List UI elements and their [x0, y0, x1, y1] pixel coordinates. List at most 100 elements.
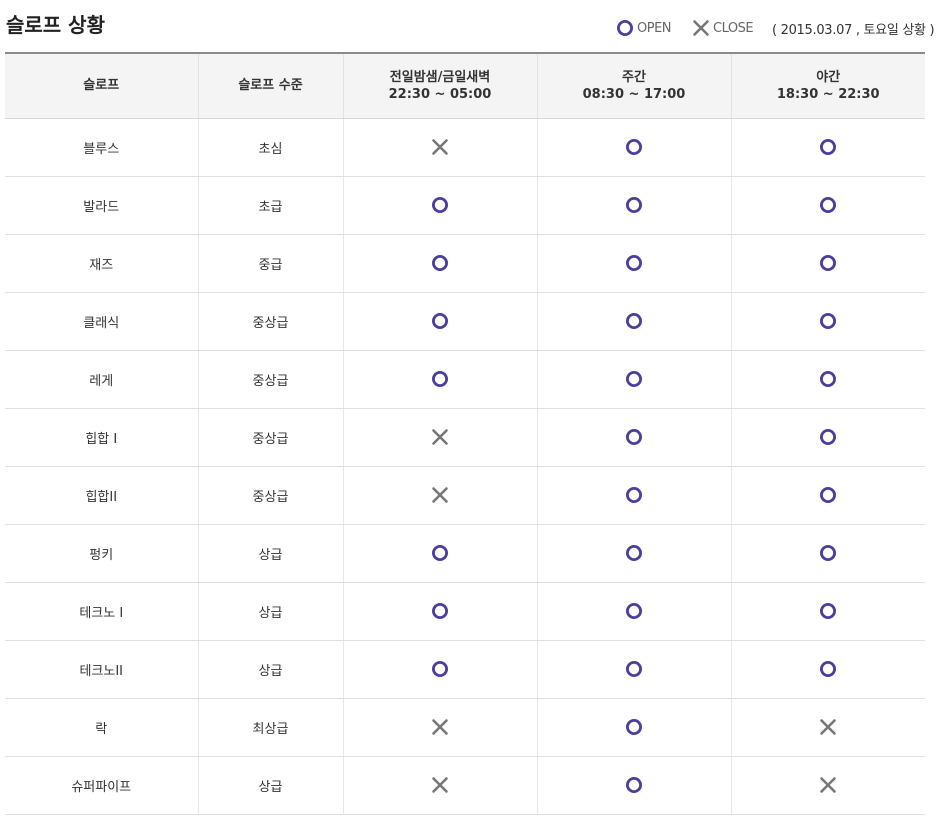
status-overnight — [342, 118, 537, 177]
table-header-row: 슬로프 슬로프 수준 전일밤샘/금일새벽 22:30 ~ 05:00 주간 08… — [5, 52, 925, 119]
slope-level: 상급 — [197, 640, 343, 699]
status-night — [730, 582, 925, 641]
open-circle-icon — [818, 427, 838, 447]
status-overnight — [342, 350, 537, 409]
table-row: 힙합 I 중상급 — [5, 408, 925, 467]
status-day — [536, 408, 731, 467]
open-circle-icon — [818, 195, 838, 215]
status-overnight — [342, 640, 537, 699]
slope-name: 레게 — [5, 350, 198, 409]
table-row: 레게 중상급 — [5, 350, 925, 409]
legend-open: OPEN — [616, 18, 672, 38]
slope-name: 힙합 I — [5, 408, 198, 467]
open-circle-icon — [624, 659, 644, 679]
status-overnight — [342, 234, 537, 293]
slope-name: 펑키 — [5, 524, 198, 583]
status-day — [536, 234, 731, 293]
open-circle-icon — [818, 137, 838, 157]
slope-name: 재즈 — [5, 234, 198, 293]
open-circle-icon — [818, 601, 838, 621]
open-circle-icon — [430, 195, 450, 215]
status-night — [730, 176, 925, 235]
header-overnight-time: 22:30 ~ 05:00 — [388, 86, 492, 102]
slope-name: 테크노 I — [5, 582, 198, 641]
open-circle-icon — [818, 485, 838, 505]
status-overnight — [342, 176, 537, 235]
open-circle-icon — [818, 659, 838, 679]
close-x-icon — [430, 775, 450, 795]
open-circle-icon — [624, 137, 644, 157]
status-overnight — [342, 524, 537, 583]
status-overnight — [342, 466, 537, 525]
table-row: 테크노II 상급 — [5, 640, 925, 699]
slope-level: 중상급 — [197, 350, 343, 409]
slope-name: 테크노II — [5, 640, 198, 699]
status-overnight — [342, 582, 537, 641]
slope-status-table: 슬로프 슬로프 수준 전일밤샘/금일새벽 22:30 ~ 05:00 주간 08… — [5, 52, 925, 815]
status-night — [730, 466, 925, 525]
table-row: 클래식 중상급 — [5, 292, 925, 351]
open-circle-icon — [624, 601, 644, 621]
slope-level: 중상급 — [197, 408, 343, 467]
close-x-icon — [430, 137, 450, 157]
open-circle-icon — [430, 311, 450, 331]
open-circle-icon — [430, 659, 450, 679]
header-overnight-label: 전일밤샘/금일새벽 — [389, 69, 491, 85]
open-circle-icon — [624, 369, 644, 389]
close-x-icon — [430, 717, 450, 737]
close-x-icon — [692, 19, 710, 37]
open-circle-icon — [624, 775, 644, 795]
slope-name: 슈퍼파이프 — [5, 756, 198, 815]
status-night — [730, 292, 925, 351]
open-circle-icon — [624, 195, 644, 215]
status-night — [730, 118, 925, 177]
status-overnight — [342, 408, 537, 467]
slope-level: 상급 — [197, 756, 343, 815]
status-day — [536, 118, 731, 177]
slope-level: 상급 — [197, 524, 343, 583]
slope-name: 클래식 — [5, 292, 198, 351]
legend-close-label: CLOSE — [713, 20, 754, 36]
open-circle-icon — [624, 253, 644, 273]
status-night — [730, 698, 925, 757]
table-row: 펑키 상급 — [5, 524, 925, 583]
header-day-label: 주간 — [622, 69, 646, 85]
close-x-icon — [430, 427, 450, 447]
open-circle-icon — [818, 369, 838, 389]
table-row: 힙합II 중상급 — [5, 466, 925, 525]
table-row: 블루스 초심 — [5, 118, 925, 177]
legend-close: CLOSE — [692, 18, 754, 38]
header-day-time: 08:30 ~ 17:00 — [582, 86, 686, 102]
status-overnight — [342, 698, 537, 757]
status-overnight — [342, 756, 537, 815]
header-overnight: 전일밤샘/금일새벽 22:30 ~ 05:00 — [342, 52, 537, 119]
open-circle-icon — [430, 369, 450, 389]
close-x-icon — [818, 775, 838, 795]
status-night — [730, 234, 925, 293]
open-circle-icon — [818, 253, 838, 273]
status-day — [536, 292, 731, 351]
status-day — [536, 524, 731, 583]
status-night — [730, 524, 925, 583]
status-night — [730, 408, 925, 467]
open-circle-icon — [624, 485, 644, 505]
status-night — [730, 350, 925, 409]
slope-name: 락 — [5, 698, 198, 757]
table-row: 발라드 초급 — [5, 176, 925, 235]
status-day — [536, 350, 731, 409]
open-circle-icon — [430, 543, 450, 563]
open-circle-icon — [624, 311, 644, 331]
close-x-icon — [430, 485, 450, 505]
slope-level: 중급 — [197, 234, 343, 293]
header-slope: 슬로프 — [5, 52, 198, 119]
date-note: ( 2015.03.07 , 토요일 상황 ) — [772, 23, 935, 38]
status-day — [536, 698, 731, 757]
slope-level: 상급 — [197, 582, 343, 641]
slope-level: 중상급 — [197, 466, 343, 525]
slope-name: 발라드 — [5, 176, 198, 235]
open-circle-icon — [624, 427, 644, 447]
status-night — [730, 640, 925, 699]
open-circle-icon — [818, 543, 838, 563]
header-level: 슬로프 수준 — [197, 52, 343, 119]
open-circle-icon — [818, 311, 838, 331]
